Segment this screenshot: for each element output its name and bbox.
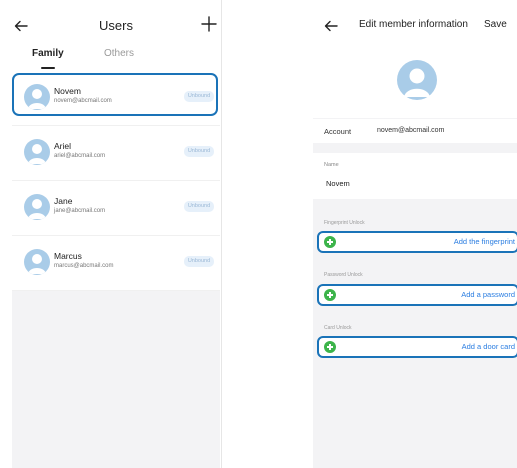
- add-fingerprint-row[interactable]: Add the fingerprint: [317, 231, 517, 253]
- avatar: [24, 249, 50, 275]
- user-name: Marcus: [54, 251, 82, 261]
- user-email: marcus@abcmail.com: [54, 263, 114, 269]
- account-label: Account: [324, 127, 352, 136]
- add-circle-icon: [324, 341, 336, 353]
- status-badge: Unbound: [184, 201, 214, 212]
- add-card-row[interactable]: Add a door card: [317, 336, 517, 358]
- user-name: Ariel: [54, 141, 72, 151]
- user-email: ariel@abcmail.com: [54, 153, 106, 159]
- status-badge: Unbound: [184, 256, 214, 267]
- back-arrow-icon[interactable]: [322, 17, 340, 35]
- page-title: Edit member information: [359, 19, 468, 30]
- add-circle-icon: [324, 289, 336, 301]
- name-value[interactable]: Novem: [326, 179, 350, 188]
- users-header: Users: [12, 14, 220, 38]
- selected-user-highlight: [12, 73, 218, 116]
- account-value: novem@abcmail.com: [377, 127, 445, 134]
- add-fingerprint-button[interactable]: Add the fingerprint: [454, 237, 515, 246]
- name-label: Name: [324, 162, 339, 168]
- edit-header: Edit member information Save: [313, 14, 517, 38]
- fingerprint-section-label: Fingerprint Unlock: [324, 220, 365, 226]
- add-password-button[interactable]: Add a password: [461, 290, 515, 299]
- edit-member-screen: Edit member information Save Account nov…: [313, 0, 517, 468]
- user-row-marcus[interactable]: Marcus marcus@abcmail.com Unbound: [12, 236, 220, 291]
- user-silhouette-icon: [28, 144, 46, 164]
- user-name: Jane: [54, 196, 73, 206]
- status-badge: Unbound: [184, 146, 214, 157]
- page-title: Users: [99, 18, 133, 33]
- add-door-card-button[interactable]: Add a door card: [462, 342, 515, 351]
- add-circle-icon: [324, 236, 336, 248]
- tab-bar: Family Others: [12, 48, 220, 72]
- profile-avatar[interactable]: [397, 60, 437, 100]
- screen-divider: [221, 0, 222, 468]
- user-row-jane[interactable]: Jane jane@abcmail.com Unbound: [12, 181, 220, 236]
- active-tab-indicator: [41, 67, 55, 69]
- user-silhouette-icon: [28, 254, 46, 274]
- avatar: [24, 194, 50, 220]
- tab-others[interactable]: Others: [104, 48, 134, 59]
- add-password-row[interactable]: Add a password: [317, 284, 517, 306]
- name-field[interactable]: Name Novem: [313, 153, 517, 199]
- avatar: [24, 139, 50, 165]
- user-email: jane@abcmail.com: [54, 208, 106, 214]
- tab-family[interactable]: Family: [32, 48, 64, 59]
- save-button[interactable]: Save: [484, 19, 507, 30]
- add-user-icon[interactable]: [200, 15, 218, 33]
- user-silhouette-icon: [397, 60, 437, 100]
- card-section-label: Card Unlock: [324, 325, 352, 331]
- account-row: Account novem@abcmail.com: [313, 119, 517, 143]
- user-list: Novem novem@abcmail.com Unbound Ariel ar…: [12, 71, 220, 468]
- password-section-label: Password Unlock: [324, 272, 363, 278]
- users-screen: Users Family Others Novem novem@abcmail.…: [12, 0, 220, 468]
- user-silhouette-icon: [28, 199, 46, 219]
- user-row-ariel[interactable]: Ariel ariel@abcmail.com Unbound: [12, 126, 220, 181]
